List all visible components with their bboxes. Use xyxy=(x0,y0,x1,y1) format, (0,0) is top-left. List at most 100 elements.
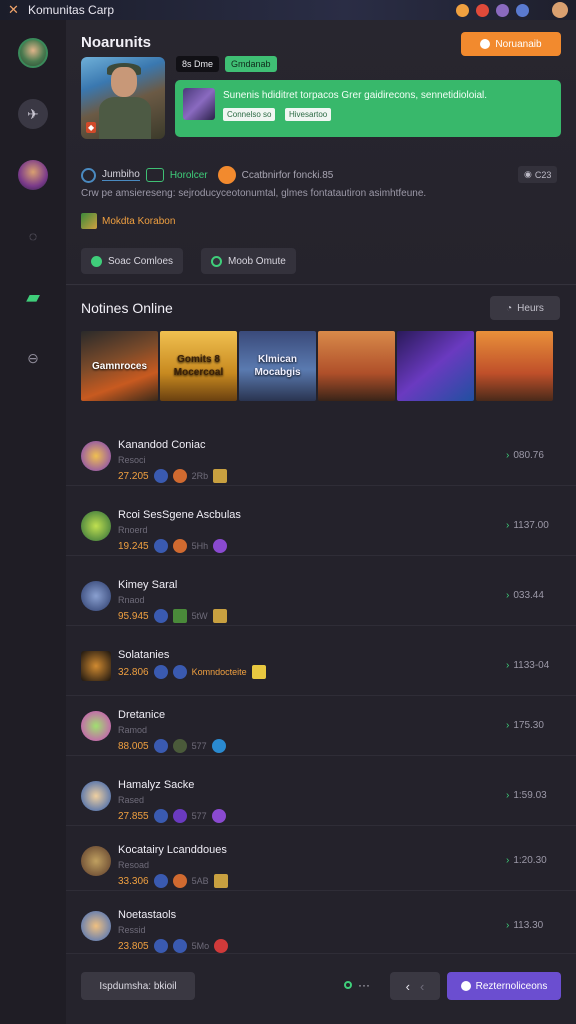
fire-icon[interactable] xyxy=(476,3,489,17)
heart-icon xyxy=(214,939,229,953)
player-value: › 175.30 xyxy=(506,720,544,731)
player-row[interactable]: Kanandod Coniac Resoci 27.205 2Rb › 080.7… xyxy=(66,423,576,486)
player-name: Solatanies xyxy=(118,649,170,661)
secondary-button-2[interactable]: Moob Omute xyxy=(201,248,296,274)
player-status: Rnaod xyxy=(118,595,145,605)
community-image: ◆ xyxy=(81,57,165,139)
announcement-card[interactable]: Sunenis hdiditret torpacos Grer gaidirec… xyxy=(175,80,561,137)
player-status: Rased xyxy=(118,795,145,805)
bottom-bar: Ispdumsha: bkioil ··· ‹ ‹ Rezternoliceon… xyxy=(66,953,576,1024)
rank-icon xyxy=(153,469,168,483)
announcement-tag[interactable]: Hivesartoo xyxy=(285,108,332,121)
ring-icon xyxy=(81,167,96,183)
player-row[interactable]: Hamalyz Sacke Rased 27.855 577 › 1:59.03 xyxy=(66,763,576,826)
online-dot-icon xyxy=(344,981,352,989)
rank-icon xyxy=(153,874,168,888)
plane-icon[interactable]: ✈ xyxy=(18,99,48,129)
player-stats: 88.005 577 xyxy=(118,739,226,753)
player-avatar xyxy=(81,846,111,876)
meta-label[interactable]: Jumbiho xyxy=(102,169,140,181)
game-thumbnail[interactable] xyxy=(476,331,553,401)
pagination: ‹ ‹ xyxy=(390,972,440,1000)
meta-grey-label: Ccatbnirfor foncki.85 xyxy=(241,169,334,181)
player-row[interactable]: Rcoi SesSgene Ascbulas Rnoerd 19.245 5Hh… xyxy=(66,493,576,556)
lock-icon[interactable]: ⊖ xyxy=(18,343,48,373)
player-stats: 33.306 5AB xyxy=(118,874,228,888)
player-avatar xyxy=(81,581,111,611)
player-value: › 1133-04 xyxy=(506,660,550,671)
app-logo-icon: ✕ xyxy=(8,2,19,17)
chat-icon[interactable]: ◌ xyxy=(18,221,48,251)
meta-green-label[interactable]: Horolcer xyxy=(170,170,208,181)
primary-action-button[interactable]: Noruanaib xyxy=(461,32,561,56)
player-row[interactable]: Kimey Saral Rnaod 95.945 5tW › 033.44 xyxy=(66,563,576,626)
game-thumbnail[interactable]: Gomits 8 Mocercoal xyxy=(160,331,237,401)
member-count[interactable]: ◉ C23 xyxy=(518,166,558,183)
more-icon[interactable]: ··· xyxy=(358,978,370,992)
player-name: Dretanice xyxy=(118,709,166,721)
orange-badge-icon xyxy=(217,166,236,184)
player-value: › 1:59.03 xyxy=(506,790,547,801)
divider xyxy=(66,284,576,285)
friend-avatar[interactable] xyxy=(18,160,48,190)
player-name: Kimey Saral xyxy=(118,579,178,591)
footer-primary-button[interactable]: Rezternoliceons xyxy=(447,972,561,1000)
player-name: Rcoi SesSgene Ascbulas xyxy=(118,509,241,521)
info-icon[interactable] xyxy=(516,3,529,17)
player-stats: 27.205 2Rb xyxy=(118,469,228,483)
main-content: Noarunits Noruanaib ◆ 8s Dme Gmdanab Sun… xyxy=(66,20,576,1024)
community-link[interactable]: Mokdta Korabon xyxy=(81,213,175,229)
users-icon: ◉ xyxy=(524,169,532,179)
secondary-button-1[interactable]: Soac Comloes xyxy=(81,248,184,274)
shield-icon xyxy=(172,939,187,953)
title-bar: ✕ Komunitas Carp xyxy=(0,0,576,20)
rank-icon xyxy=(153,809,168,823)
medal-icon xyxy=(172,469,187,483)
chevron-left-icon[interactable]: ‹ xyxy=(406,979,410,994)
status-icon xyxy=(91,255,102,267)
player-value: › 1137.00 xyxy=(506,520,549,531)
game-thumbnail[interactable] xyxy=(318,331,395,401)
announcement-tag[interactable]: Connelso so xyxy=(223,108,276,121)
trophy-icon xyxy=(251,665,266,679)
player-avatar xyxy=(81,781,111,811)
coin-icon[interactable] xyxy=(456,3,469,17)
game-thumbnail[interactable] xyxy=(397,331,474,401)
player-value: › 1:20.30 xyxy=(506,855,547,866)
player-value: › 033.44 xyxy=(506,590,544,601)
game-thumbnail[interactable]: Gamnroces xyxy=(81,331,158,401)
profile-avatar[interactable] xyxy=(18,38,48,68)
user-avatar[interactable] xyxy=(552,2,568,18)
rank-icon xyxy=(153,665,168,679)
player-row[interactable]: Solatanies 32.806 Komndocteite › 1133-04 xyxy=(66,633,576,696)
tag-pill-green[interactable]: Gmdanab xyxy=(225,56,277,72)
player-avatar xyxy=(81,711,111,741)
globe-icon xyxy=(211,739,226,753)
player-row[interactable]: Kocatairy Lcanddoues Resoad 33.306 5AB ›… xyxy=(66,828,576,891)
player-status: Resoad xyxy=(118,860,150,870)
player-status: Ressid xyxy=(118,925,146,935)
rank-icon xyxy=(153,739,168,753)
title-bar-icons xyxy=(456,2,568,18)
leaf-icon xyxy=(172,609,187,623)
medal-icon xyxy=(172,874,187,888)
shield-icon xyxy=(172,665,187,679)
player-name: Kanandod Coniac xyxy=(118,439,206,451)
announcement-thumbnail xyxy=(183,88,215,120)
game-thumbnail[interactable]: Klmican Mocabgis xyxy=(239,331,316,401)
player-stats: 27.855 577 xyxy=(118,809,226,823)
chevron-left-disabled-icon[interactable]: ‹ xyxy=(420,979,424,994)
page-title: Noarunits xyxy=(81,34,152,51)
shield-icon[interactable] xyxy=(496,3,509,17)
image-badge: ◆ xyxy=(86,122,97,133)
shield-icon xyxy=(172,809,187,823)
footer-secondary-button[interactable]: Ispdumsha: bkioil xyxy=(81,972,195,1000)
player-row[interactable]: Noetastaols Ressid 23.805 5Mo › 113.30 xyxy=(66,893,576,956)
document-icon[interactable]: ▰ xyxy=(18,282,48,312)
tag-pill-dark[interactable]: 8s Dme xyxy=(176,56,220,72)
player-name: Noetastaols xyxy=(118,909,177,921)
player-stats: 23.805 5Mo xyxy=(118,939,229,953)
player-row[interactable]: Dretanice Ramod 88.005 577 › 175.30 xyxy=(66,693,576,756)
gem-icon xyxy=(213,539,228,553)
hours-button[interactable]: ◔ Heurs xyxy=(490,296,560,320)
